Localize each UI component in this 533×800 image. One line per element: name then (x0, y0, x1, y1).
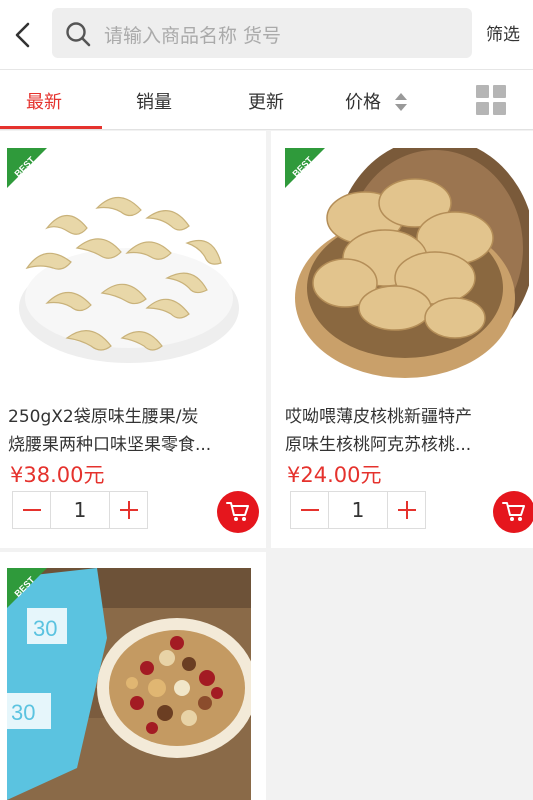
product-title[interactable]: 哎呦喂薄皮核桃新疆特产 原味生核桃阿克苏核桃... (285, 403, 533, 459)
best-badge: BEST (285, 148, 325, 188)
product-card[interactable]: BEST 哎呦喂薄皮核桃新疆特产 原味生核桃阿克苏核桃... ¥24.00元 1 (271, 131, 533, 548)
search-input[interactable]: 请输入商品名称 货号 (104, 21, 281, 48)
filter-button[interactable]: 筛选 (486, 20, 520, 45)
back-arrow-icon[interactable] (8, 18, 38, 52)
cart-icon (226, 502, 249, 521)
add-to-cart-button[interactable] (493, 491, 533, 533)
product-price: ¥24.00元 (287, 463, 382, 487)
quantity-value[interactable]: 1 (51, 492, 109, 528)
decrease-button[interactable] (291, 492, 329, 528)
add-to-cart-button[interactable] (217, 491, 259, 533)
sort-bar: 最新 销量 更新 价格 (0, 70, 533, 130)
product-title-line: 250gX2袋原味生腰果/炭 (8, 407, 199, 427)
product-grid: BEST 250gX2袋原味生腰果/炭 烧腰果两种口味坚果零食... ¥38.0… (0, 131, 533, 800)
decrease-button[interactable] (13, 492, 51, 528)
tab-updated[interactable]: 更新 (248, 88, 284, 114)
product-card[interactable]: BEST 250gX2袋原味生腰果/炭 烧腰果两种口味坚果零食... ¥38.0… (0, 131, 266, 548)
best-badge: BEST (7, 568, 47, 608)
increase-button[interactable] (109, 492, 147, 528)
top-bar: 请输入商品名称 货号 筛选 (0, 0, 533, 70)
active-tab-indicator (0, 126, 102, 129)
product-title[interactable]: 250gX2袋原味生腰果/炭 烧腰果两种口味坚果零食... (8, 403, 256, 459)
package-label: 30 (11, 700, 35, 725)
quantity-value[interactable]: 1 (329, 492, 387, 528)
product-title-line: 原味生核桃阿克苏核桃... (285, 435, 472, 455)
best-badge: BEST (7, 148, 47, 188)
quantity-stepper: 1 (290, 491, 426, 529)
tab-newest[interactable]: 最新 (26, 88, 62, 114)
grid-view-icon[interactable] (476, 85, 506, 115)
product-price: ¥38.00元 (10, 463, 105, 487)
search-box[interactable]: 请输入商品名称 货号 (52, 8, 472, 58)
sort-arrows-icon[interactable] (394, 91, 408, 113)
cart-icon (502, 502, 525, 521)
product-title-line: 烧腰果两种口味坚果零食... (8, 435, 212, 455)
product-card[interactable]: 30 30 BEST (0, 552, 266, 800)
increase-button[interactable] (387, 492, 425, 528)
search-icon (64, 20, 92, 48)
package-label: 30 (33, 616, 57, 641)
product-title-line: 哎呦喂薄皮核桃新疆特产 (285, 407, 472, 427)
tab-sales[interactable]: 销量 (136, 88, 172, 114)
tab-price[interactable]: 价格 (345, 88, 381, 114)
quantity-stepper: 1 (12, 491, 148, 529)
